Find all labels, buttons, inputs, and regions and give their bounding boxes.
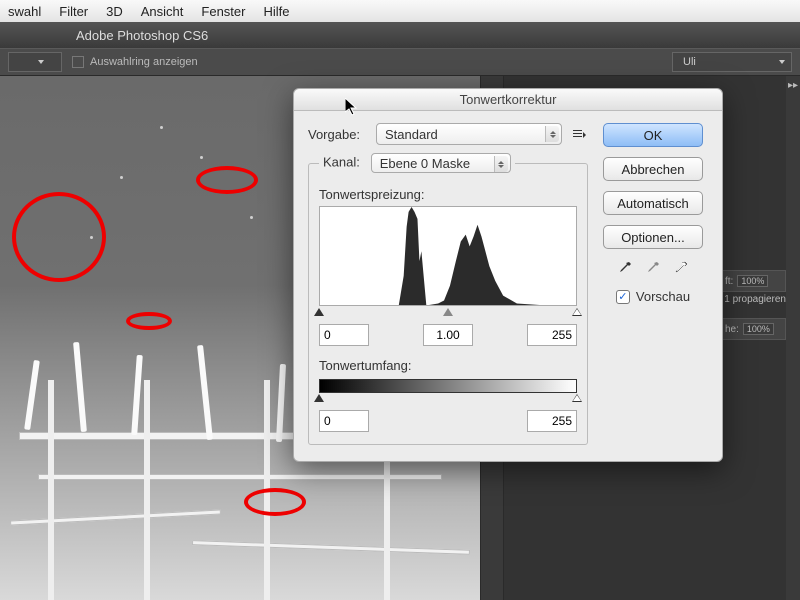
output-white-slider[interactable]: [572, 394, 582, 402]
expand-panel-icon: ▸▸: [788, 80, 798, 91]
checkbox-checked-icon: ✓: [616, 290, 630, 304]
checkbox-icon: [72, 56, 84, 68]
stepper-icon: [494, 156, 508, 172]
histogram-graph: [320, 207, 576, 305]
cancel-button[interactable]: Abbrechen: [603, 157, 703, 181]
show-selection-ring-label: Auswahlring anzeigen: [90, 56, 198, 68]
chevron-down-icon: [779, 60, 785, 64]
black-point-input[interactable]: [319, 324, 369, 346]
show-selection-ring-checkbox[interactable]: Auswahlring anzeigen: [72, 56, 198, 68]
preview-label: Vorschau: [636, 289, 690, 304]
stepper-icon: [545, 126, 559, 142]
menu-fenster[interactable]: Fenster: [201, 4, 245, 19]
gray-eyedropper-icon[interactable]: [646, 261, 660, 275]
input-levels-label: Tonwertspreizung:: [319, 187, 577, 202]
black-eyedropper-icon[interactable]: [618, 261, 632, 275]
options-bar: Auswahlring anzeigen Uli: [0, 48, 800, 76]
app-title: Adobe Photoshop CS6: [76, 28, 208, 43]
output-gradient: [319, 379, 577, 393]
output-levels-label: Tonwertumfang:: [319, 358, 577, 373]
black-point-slider[interactable]: [314, 308, 324, 316]
tool-preset-dropdown[interactable]: [8, 52, 62, 72]
preset-value: Standard: [385, 127, 438, 142]
app-titlebar: Adobe Photoshop CS6: [0, 22, 800, 48]
channel-value: Ebene 0 Maske: [380, 156, 470, 171]
dialog-titlebar[interactable]: Tonwertkorrektur: [294, 89, 722, 111]
annotation-ellipse-1: [12, 192, 106, 282]
preview-checkbox[interactable]: ✓ Vorschau: [616, 289, 690, 304]
preset-menu-icon[interactable]: [570, 125, 588, 143]
opacity-label: ft:: [725, 276, 733, 287]
channel-label: Kanal:: [323, 154, 360, 169]
white-point-input[interactable]: [527, 324, 577, 346]
layer-opacity-field[interactable]: ft: 100%: [720, 270, 786, 292]
workspace-preset-dropdown[interactable]: Uli: [672, 52, 792, 72]
output-slider-track[interactable]: [319, 394, 577, 404]
menu-auswahl[interactable]: swahl: [8, 4, 41, 19]
levels-dialog: Tonwertkorrektur Vorgabe: Standard Kanal…: [293, 88, 723, 462]
annotation-ellipse-4: [244, 488, 306, 516]
propagate-label: 1 propagieren: [724, 294, 786, 305]
mac-menubar[interactable]: swahl Filter 3D Ansicht Fenster Hilfe: [0, 0, 800, 22]
output-black-slider[interactable]: [314, 394, 324, 402]
output-black-input[interactable]: [319, 410, 369, 432]
auto-button[interactable]: Automatisch: [603, 191, 703, 215]
output-white-input[interactable]: [527, 410, 577, 432]
preset-dropdown[interactable]: Standard: [376, 123, 562, 145]
dialog-title: Tonwertkorrektur: [460, 92, 557, 107]
channel-fieldset: Kanal: Ebene 0 Maske Tonwertspreizung:: [308, 153, 588, 445]
ok-button[interactable]: OK: [603, 123, 703, 147]
options-button[interactable]: Optionen...: [603, 225, 703, 249]
workspace-preset-value: Uli: [683, 56, 696, 68]
menu-hilfe[interactable]: Hilfe: [263, 4, 289, 19]
layer-fill-field[interactable]: he: 100%: [720, 318, 786, 340]
gamma-input[interactable]: [423, 324, 473, 346]
histogram[interactable]: [319, 206, 577, 306]
eyedropper-group: [618, 261, 688, 275]
menu-3d[interactable]: 3D: [106, 4, 123, 19]
menu-filter[interactable]: Filter: [59, 4, 88, 19]
menu-ansicht[interactable]: Ansicht: [141, 4, 184, 19]
white-point-slider[interactable]: [572, 308, 582, 316]
fill-label: he:: [725, 324, 739, 335]
preset-label: Vorgabe:: [308, 127, 368, 142]
white-eyedropper-icon[interactable]: [674, 261, 688, 275]
fill-value: 100%: [743, 323, 774, 335]
channel-dropdown[interactable]: Ebene 0 Maske: [371, 153, 511, 173]
gamma-slider[interactable]: [443, 308, 453, 316]
input-slider-track[interactable]: [319, 308, 577, 318]
annotation-ellipse-2: [196, 166, 258, 194]
opacity-value: 100%: [737, 275, 768, 287]
panel-collapse-rail[interactable]: ▸▸: [786, 76, 800, 600]
annotation-ellipse-3: [126, 312, 172, 330]
